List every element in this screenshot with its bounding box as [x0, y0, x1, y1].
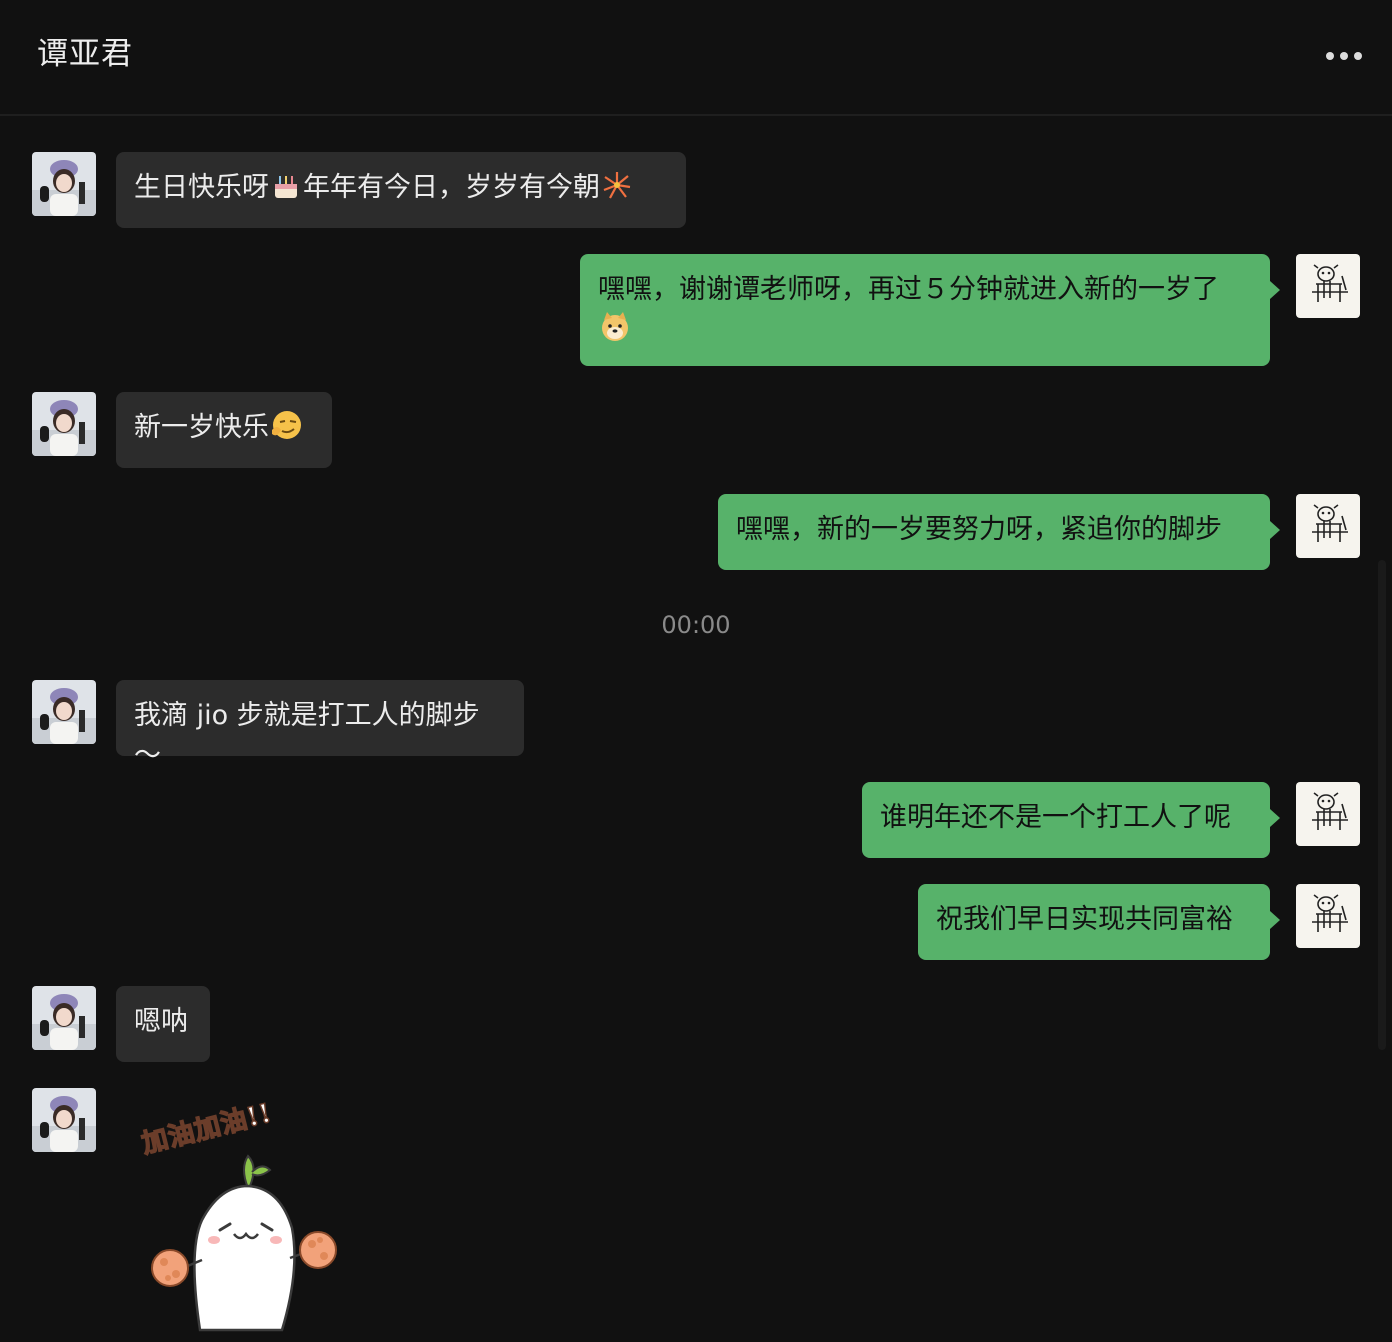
message-text: 新一岁快乐	[134, 412, 269, 443]
more-options-icon[interactable]	[1316, 40, 1372, 72]
message-text: 谁明年还不是一个打工人了呢	[880, 802, 1231, 833]
cheerleader-sticker[interactable]: 加油加油!!	[130, 1090, 350, 1335]
contact-avatar[interactable]	[32, 1088, 96, 1152]
message-text: 嘿嘿，新的一岁要努力呀，紧追你的脚步	[736, 514, 1222, 545]
my-avatar[interactable]	[1296, 884, 1360, 948]
contact-avatar[interactable]	[32, 392, 96, 456]
fireworks-icon	[603, 172, 631, 199]
contact-avatar[interactable]	[32, 680, 96, 744]
message-text: 生日快乐呀	[134, 172, 269, 203]
message-text-2: 年年有今日，岁岁有今朝	[303, 172, 600, 203]
my-avatar[interactable]	[1296, 254, 1360, 318]
scrollbar[interactable]	[1378, 560, 1386, 1050]
chat-title: 谭亚君	[37, 36, 133, 72]
message-bubble-incoming[interactable]: 新一岁快乐	[116, 392, 332, 468]
message-text: 我滴 jio 步就是打工人的脚步～	[134, 700, 480, 771]
doge-icon	[602, 312, 628, 341]
message-bubble-outgoing[interactable]: 祝我们早日实现共同富裕	[918, 884, 1280, 960]
message-bubble-incoming[interactable]: 生日快乐呀 年年有今日，岁岁有今朝	[116, 152, 686, 228]
message-text: 嘿嘿，谢谢谭老师呀，再过５分钟就进入新的一岁了	[598, 274, 1219, 305]
chat-header: 谭亚君	[0, 0, 1392, 116]
smirk-emoji-icon	[272, 411, 301, 439]
my-avatar[interactable]	[1296, 494, 1360, 558]
my-avatar[interactable]	[1296, 782, 1360, 846]
message-bubble-incoming[interactable]: 嗯呐	[116, 986, 210, 1062]
message-bubble-outgoing[interactable]: 嘿嘿，谢谢谭老师呀，再过５分钟就进入新的一岁了	[580, 254, 1280, 366]
message-text: 嗯呐	[134, 1006, 188, 1037]
message-text: 祝我们早日实现共同富裕	[936, 904, 1233, 935]
contact-avatar[interactable]	[32, 986, 96, 1050]
contact-avatar[interactable]	[32, 152, 96, 216]
time-divider: 00:00	[661, 611, 731, 639]
message-bubble-outgoing[interactable]: 嘿嘿，新的一岁要努力呀，紧追你的脚步	[718, 494, 1280, 570]
message-bubble-outgoing[interactable]: 谁明年还不是一个打工人了呢	[862, 782, 1280, 858]
message-bubble-incoming[interactable]: 我滴 jio 步就是打工人的脚步～	[116, 680, 524, 771]
cake-icon	[275, 176, 297, 198]
